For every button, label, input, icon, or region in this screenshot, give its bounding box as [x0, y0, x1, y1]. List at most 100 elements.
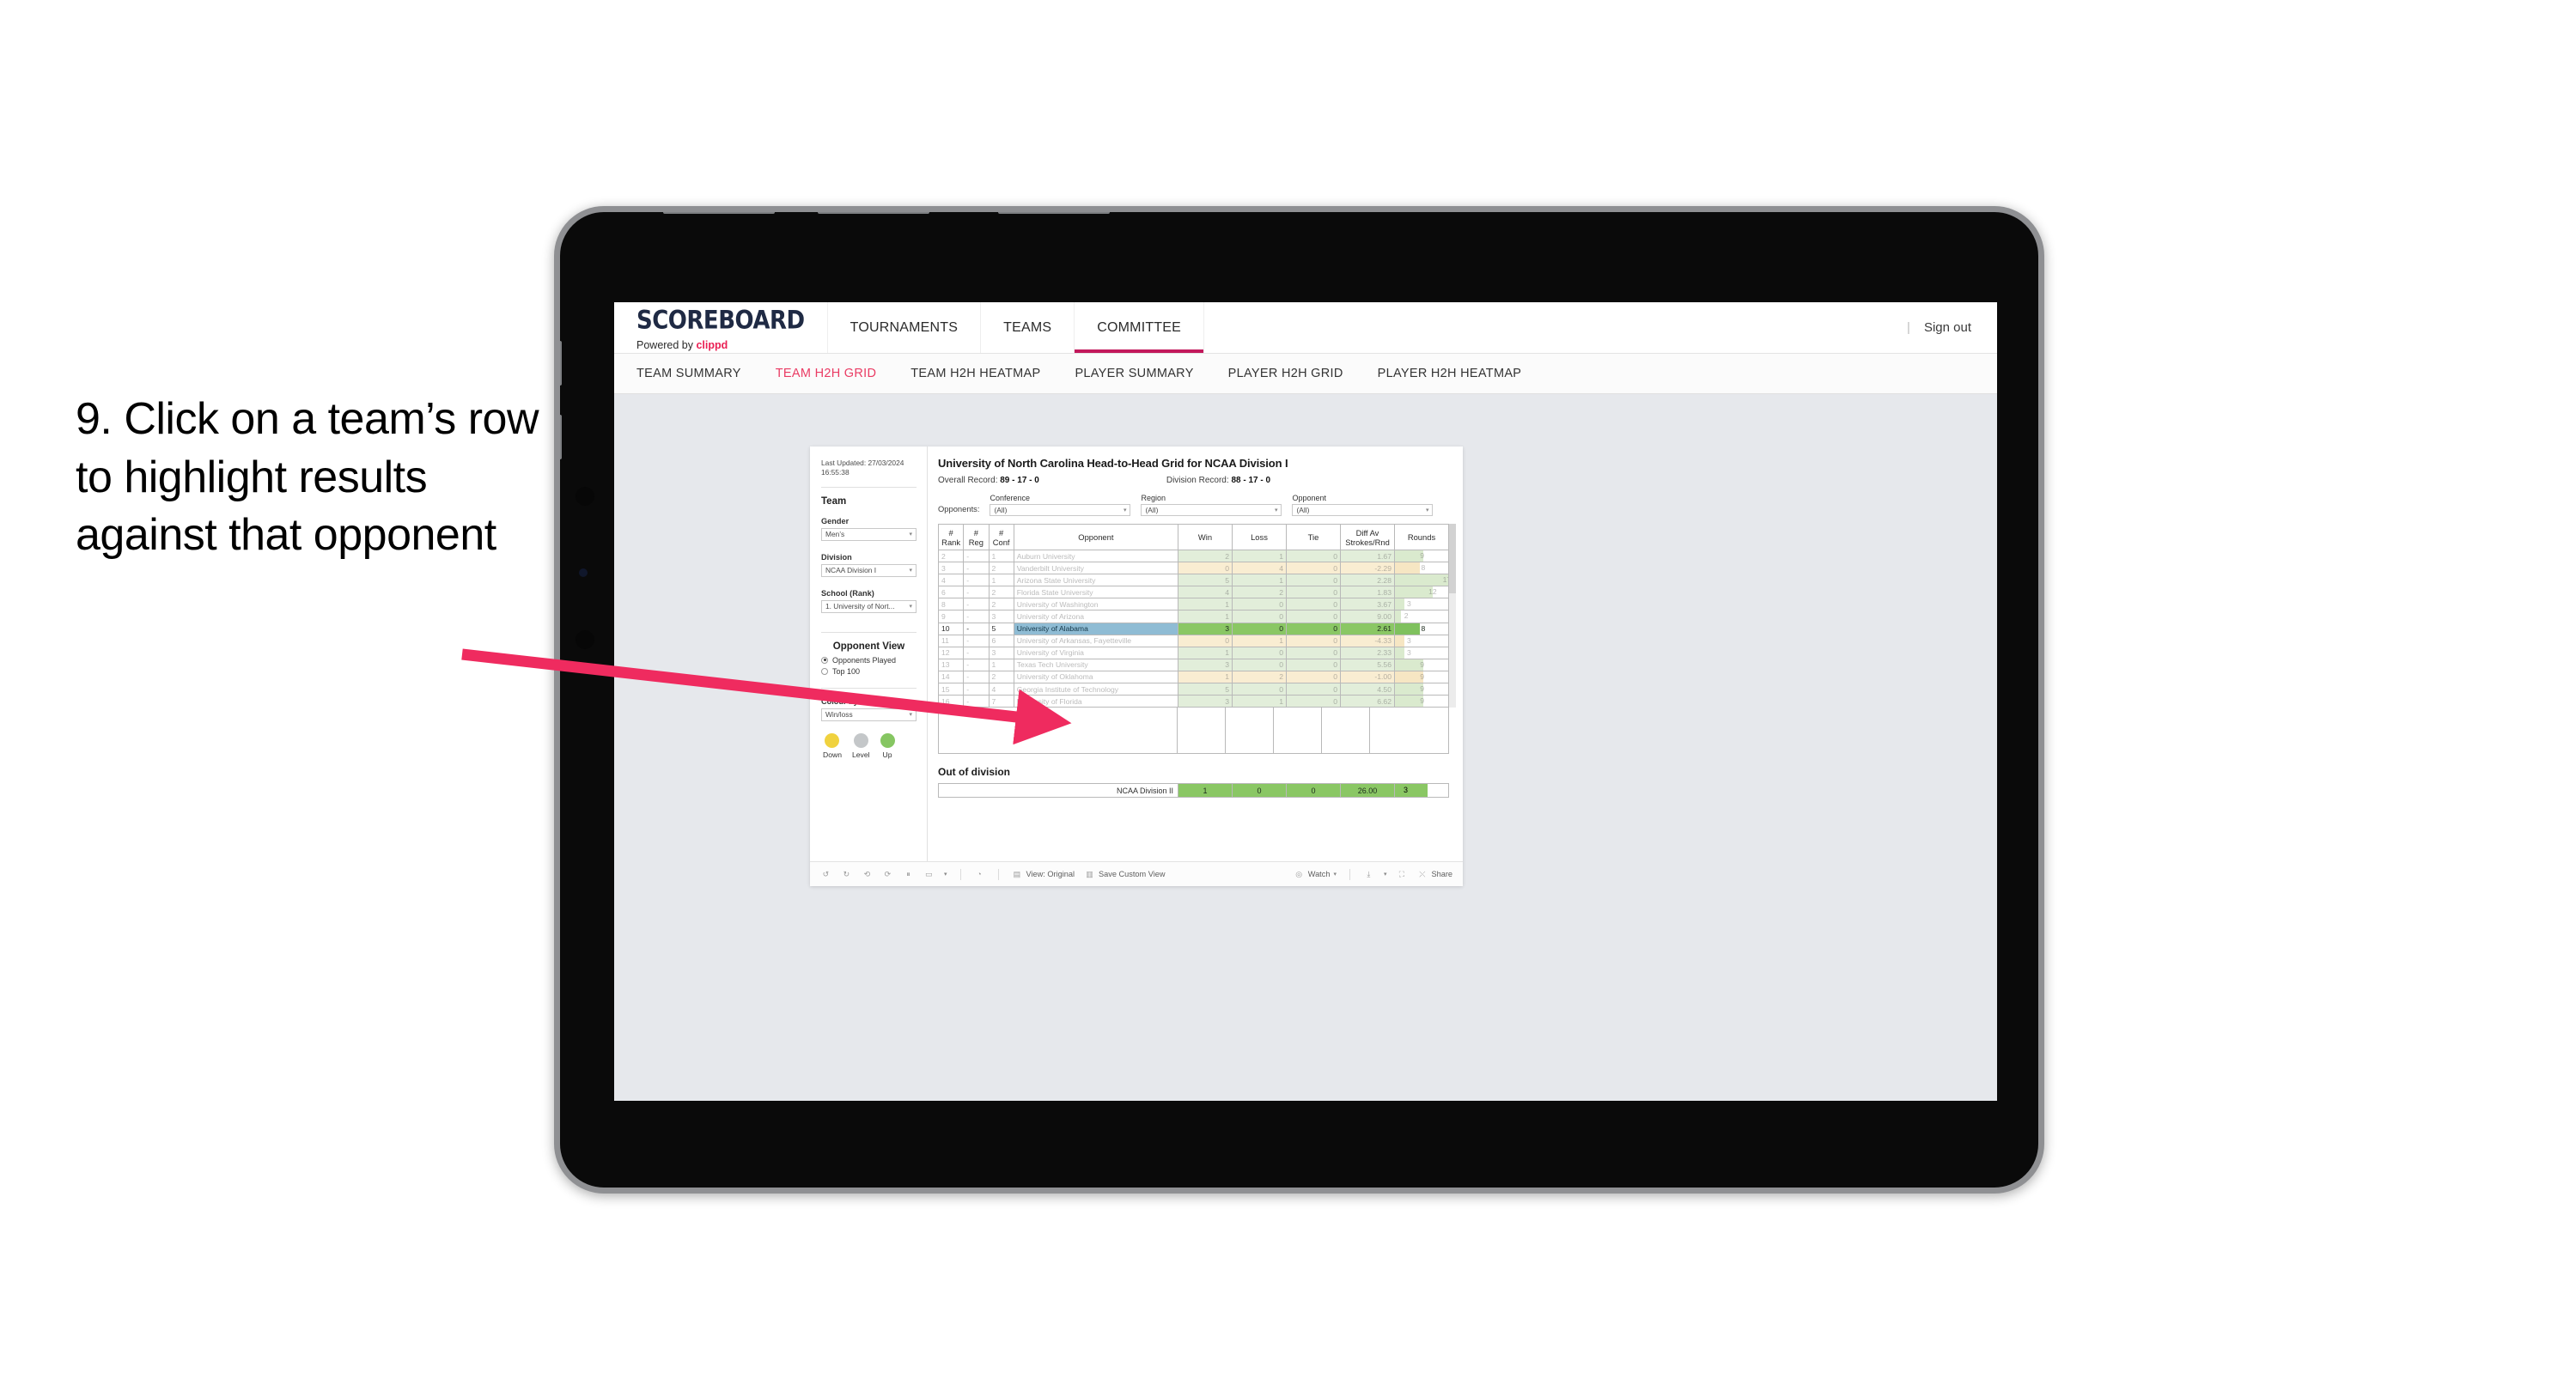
primary-nav: TOURNAMENTS TEAMS COMMITTEE	[828, 302, 1205, 353]
cell-value: 0	[1225, 563, 1229, 573]
cell-conf: 2	[988, 586, 1014, 599]
col-conf-word: Conf	[992, 537, 1010, 547]
school-select[interactable]: 1. University of Nort... ▾	[821, 599, 917, 613]
table-row[interactable]: 6-2 Florida State University 4 2 0 1.83 12	[937, 586, 1449, 599]
pause-updates-icon[interactable]: ⏸	[903, 869, 914, 880]
subtab-player-h2h-grid[interactable]: PLAYER H2H GRID	[1228, 367, 1343, 380]
cell-rounds: 9	[1394, 670, 1449, 684]
table-row[interactable]: 16-7 University of Florida 3 1 0 6.62 9	[937, 695, 1449, 708]
school-label: School (Rank)	[821, 588, 874, 598]
cell-value: 0	[1279, 612, 1283, 622]
table-row[interactable]: 9-3 University of Arizona 1 0 0 9.00 2	[937, 610, 1449, 623]
cell-tone-fill	[1287, 623, 1340, 635]
cell-opponent: Auburn University	[1013, 549, 1179, 563]
radio-top-100[interactable]: Top 100	[821, 667, 917, 676]
sign-out-link[interactable]: Sign out	[1924, 320, 1971, 335]
device-layout-icon[interactable]: ▭	[923, 869, 935, 880]
colour-by-select[interactable]: Win/loss ▾	[821, 708, 917, 721]
chevron-down-icon[interactable]: ▾	[1384, 871, 1387, 878]
view-original-label: View: Original	[1026, 870, 1075, 878]
cell-tone-fill	[1287, 610, 1340, 623]
subtab-team-h2h-grid[interactable]: TEAM H2H GRID	[776, 367, 877, 380]
region-select[interactable]: (All) ▾	[1141, 504, 1282, 516]
rounds-value: 9	[1420, 684, 1425, 694]
chevron-down-icon: ▾	[909, 532, 912, 538]
table-row[interactable]: 10-5 University of Alabama 3 0 0 2.61 8	[937, 622, 1449, 635]
table-row[interactable]: 12-3 University of Virginia 1 0 0 2.33 3	[937, 646, 1449, 659]
radio-opponents-played[interactable]: Opponents Played	[821, 656, 917, 665]
table-row[interactable]: 15-4 Georgia Institute of Technology 5 0 0 4.…	[937, 683, 1449, 696]
gender-select[interactable]: Men’s ▾	[821, 527, 917, 541]
undo-icon[interactable]: ↺	[820, 869, 831, 880]
cell-tone-fill	[1178, 696, 1232, 707]
scoreboard-logo[interactable]: SCOREBOARD Powered by clippd	[614, 302, 828, 353]
cell-conf: 5	[988, 622, 1014, 635]
cell-value: 6.62	[1377, 696, 1392, 706]
table-vertical-scrollbar[interactable]	[1449, 524, 1456, 708]
last-updated-text: Last Updated: 27/03/2024 16:55:38	[821, 459, 904, 477]
cell-diff: 9.00	[1340, 610, 1395, 623]
chevron-down-icon[interactable]: ▾	[944, 871, 947, 878]
gender-value: Men’s	[825, 530, 845, 539]
cell-opponent: University of Arizona	[1013, 610, 1179, 623]
refresh-data-icon[interactable]: ⟳	[882, 869, 893, 880]
legend-up-swatch	[880, 732, 895, 748]
cell-value: 0	[1333, 624, 1337, 634]
cell-rounds: 17	[1394, 574, 1449, 587]
cell-diff: 1.67	[1340, 549, 1395, 563]
ood-rounds: 3	[1394, 783, 1449, 799]
table-row[interactable]: 3-2 Vanderbilt University 0 4 0 -2.29 8	[937, 562, 1449, 575]
table-row[interactable]: 8-2 University of Washington 1 0 0 3.67 3	[937, 598, 1449, 611]
help-icon[interactable]: ◔	[974, 869, 985, 880]
fullscreen-icon[interactable]: ⛶	[1396, 869, 1407, 880]
nav-tab-tournaments[interactable]: TOURNAMENTS	[828, 302, 982, 353]
conference-select[interactable]: (All) ▾	[990, 504, 1131, 516]
cell-value: 0	[1333, 612, 1337, 622]
table-row[interactable]: NCAA Division II 1 0 0 26.00 3	[938, 783, 1449, 799]
cell-win: 5	[1178, 683, 1233, 696]
cell-reg: -	[963, 634, 990, 647]
cell-tone-fill	[1287, 586, 1340, 598]
chevron-down-icon: ▾	[909, 712, 912, 719]
scrollbar-thumb[interactable]	[1449, 524, 1456, 594]
cell-tone-fill	[1178, 671, 1232, 683]
nav-tab-teams[interactable]: TEAMS	[981, 302, 1075, 353]
subtab-player-summary[interactable]: PLAYER SUMMARY	[1075, 367, 1193, 380]
table-row[interactable]: 14-2 University of Oklahoma 1 2 0 -1.00 9	[937, 670, 1449, 684]
table-row[interactable]: 4-1Arizona State University5102.2817	[937, 574, 1449, 587]
subtab-player-h2h-heatmap[interactable]: PLAYER H2H HEATMAP	[1378, 367, 1522, 380]
table-row[interactable]: 13-1 Texas Tech University 3 0 0 5.56 9	[937, 658, 1449, 671]
cell-tone-fill	[1287, 635, 1340, 647]
table-row[interactable]: 2-1 Auburn University 2 1 0 1.67 9	[937, 549, 1449, 563]
cell-tone-fill	[1178, 659, 1232, 671]
revert-icon[interactable]: ⟲	[862, 869, 873, 880]
cell-opponent: University of Alabama	[1013, 622, 1179, 635]
save-custom-view-button[interactable]: ▥ Save Custom View	[1084, 869, 1165, 880]
nav-tab-committee[interactable]: COMMITTEE	[1075, 302, 1205, 353]
gender-label: Gender	[821, 516, 850, 525]
download-icon[interactable]: ⤓	[1363, 869, 1374, 880]
legend-up-label: Up	[882, 750, 892, 759]
cell-tone-fill	[1233, 610, 1286, 623]
subtab-team-summary[interactable]: TEAM SUMMARY	[636, 367, 741, 380]
cell-value: 5	[1225, 575, 1229, 585]
division-select[interactable]: NCAA Division I ▾	[821, 563, 917, 577]
radio-icon	[821, 656, 828, 664]
powered-by-text: Powered by	[636, 339, 697, 351]
cell-rounds: 2	[1394, 610, 1449, 623]
cell-loss: 4	[1232, 562, 1287, 575]
cell-conf: 1	[988, 574, 1014, 587]
share-button[interactable]: ⤬ Share	[1416, 869, 1452, 880]
view-original-button[interactable]: ▤ View: Original	[1012, 869, 1075, 880]
cell-tone-fill	[1178, 635, 1232, 647]
cell-loss: 0	[1232, 658, 1287, 671]
volume-up-button[interactable]	[560, 341, 562, 386]
subtab-team-h2h-heatmap[interactable]: TEAM H2H HEATMAP	[910, 367, 1040, 380]
redo-icon[interactable]: ↻	[841, 869, 852, 880]
opponent-select[interactable]: (All) ▾	[1292, 504, 1434, 516]
table-row[interactable]: 11-6 University of Arkansas, Fayetteville…	[937, 634, 1449, 647]
volume-down-button[interactable]	[560, 415, 562, 459]
cell-tone-fill	[1287, 659, 1340, 671]
watch-button[interactable]: ◎ Watch ▾	[1294, 869, 1337, 880]
logo-powered-by: Powered by clippd	[636, 339, 805, 351]
